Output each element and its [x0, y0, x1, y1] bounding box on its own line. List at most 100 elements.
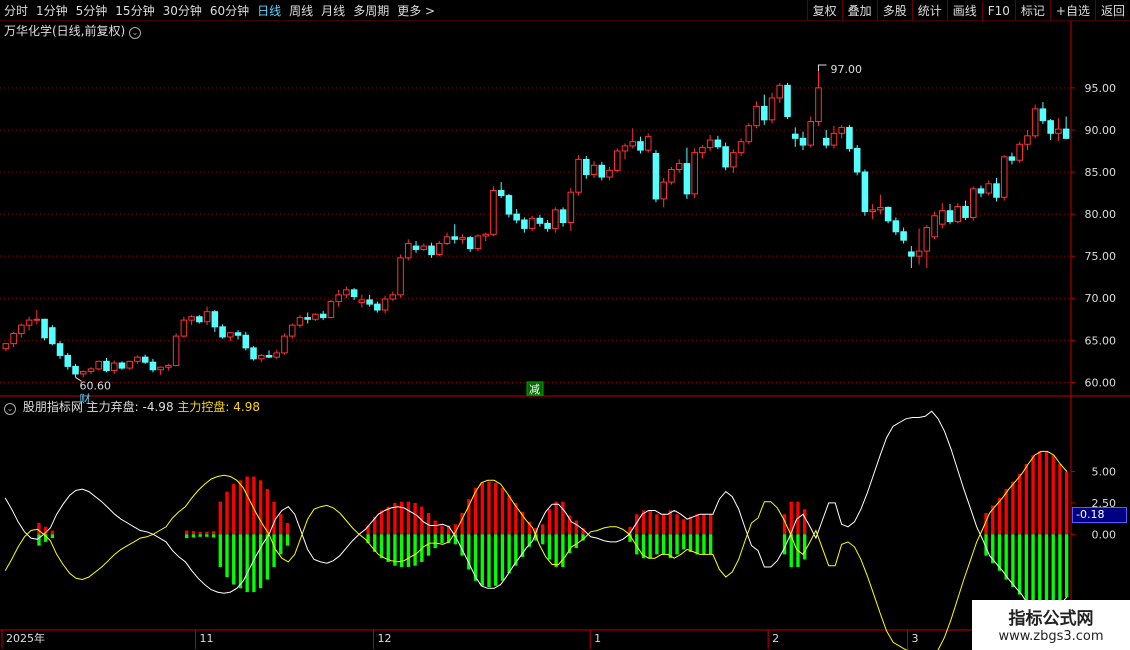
tool-button-0[interactable]: 复权 [806, 0, 842, 20]
date-label-4: 2 [772, 632, 779, 645]
candle-body [72, 365, 79, 375]
candle-body [497, 190, 505, 197]
event-marker-jian: 减 [529, 383, 540, 396]
candle-body [312, 313, 319, 320]
tab-period-2[interactable]: 5分钟 [76, 4, 108, 18]
watermark-title: 指标公式网 [1008, 609, 1094, 629]
period-toolbar: 分时 1分钟 5分钟 15分钟 30分钟 60分钟 日线 周线 月线 多周期 更多 > 复权 叠加 多股… [0, 0, 1130, 22]
candle-body [753, 105, 760, 127]
indicator-title: ⌄ 股朋指标网 主力弃盘: -4.98 主力控盘: 4.98 [4, 398, 260, 415]
candle-body [56, 343, 64, 356]
tab-period-10[interactable]: 更多 > [397, 4, 435, 18]
candle-body [1008, 156, 1016, 161]
candle-body [768, 97, 776, 121]
tab-period-7[interactable]: 周线 [289, 4, 313, 18]
candle-body [699, 147, 706, 154]
candle-body [165, 365, 172, 368]
tool-button-3[interactable]: 统计 [911, 0, 947, 20]
candle-body [110, 362, 118, 372]
candle-body [118, 362, 126, 369]
candle-body [977, 188, 985, 194]
tab-period-0[interactable]: 分时 [4, 4, 28, 18]
sub-y-tick-label-2: 0.00 [1092, 528, 1117, 541]
tool-button-1[interactable]: 叠加 [841, 0, 877, 20]
candle-body [103, 360, 110, 372]
candle-body [1039, 108, 1047, 122]
tool-button-2[interactable]: 多股 [876, 0, 912, 20]
y-tick-label-4: 75.00 [1085, 250, 1117, 263]
candle-body [985, 183, 993, 194]
candle-body [528, 217, 536, 229]
chevron-down-icon[interactable]: ⌄ [4, 403, 16, 415]
tab-period-4[interactable]: 30分钟 [163, 4, 202, 18]
candle-body [761, 105, 768, 121]
candle-body [141, 356, 149, 363]
candle-body [435, 243, 443, 255]
y-tick-label-6: 65.00 [1085, 334, 1117, 347]
candle-body [745, 125, 753, 143]
candle-body [405, 243, 412, 259]
tab-period-9[interactable]: 多周期 [353, 4, 389, 18]
candle-body [598, 164, 606, 178]
candle-body [683, 163, 691, 195]
candle-body [358, 299, 366, 303]
candle-body [374, 303, 381, 311]
candle-body [853, 147, 861, 173]
candle-body [10, 333, 17, 345]
candle-body [180, 319, 188, 337]
candle-body [41, 318, 48, 339]
tool-button-4[interactable]: 画线 [946, 0, 982, 20]
candle-body [219, 326, 226, 338]
candle-body [1000, 156, 1008, 198]
tab-period-1[interactable]: 1分钟 [36, 4, 68, 18]
candle-body [668, 168, 675, 183]
series-line-yellow [4, 450, 1068, 650]
candle-body [304, 317, 311, 320]
candle-body [730, 152, 737, 168]
candle-body [242, 334, 250, 349]
candle-body [281, 335, 288, 354]
y-tick-label-5: 70.00 [1085, 292, 1117, 305]
tool-button-6[interactable]: 标记 [1014, 0, 1050, 20]
candle-body [25, 319, 33, 326]
candle-body [915, 250, 923, 257]
candle-body [993, 183, 1000, 198]
candle-body [737, 141, 745, 154]
candle-body [644, 136, 652, 151]
candle-body [443, 236, 451, 245]
chart-canvas: 95.00 90.00 85.00 80.00 75.00 70.00 65.00 60.00… [0, 21, 1130, 650]
candle-body [822, 137, 830, 146]
candle-body [939, 210, 946, 225]
tab-period-8[interactable]: 月线 [321, 4, 345, 18]
tool-button-5[interactable]: F10 [981, 2, 1015, 22]
candle-body [722, 146, 729, 168]
candle-body [366, 299, 373, 305]
tab-period-6[interactable]: 日线 [257, 4, 281, 18]
candle-body [79, 370, 87, 375]
tool-button-7[interactable]: +自选 [1049, 0, 1095, 20]
candle-body [1024, 135, 1031, 145]
candle-body [451, 236, 459, 240]
candle-body [567, 191, 575, 224]
candle-body [838, 126, 845, 134]
candle-body [1055, 128, 1062, 134]
candle-body [490, 190, 497, 235]
candle-body [675, 163, 683, 170]
tab-period-3[interactable]: 15分钟 [115, 4, 154, 18]
tool-button-8[interactable]: 返回 [1094, 0, 1130, 20]
watermark-url: www.zbgs3.com [998, 629, 1104, 644]
candle-body [652, 153, 660, 200]
candle-body [389, 294, 397, 300]
candle-body [861, 171, 869, 213]
y-tick-label-3: 80.00 [1085, 208, 1117, 221]
tab-period-5[interactable]: 60分钟 [210, 4, 249, 18]
candle-body [273, 352, 281, 358]
y-tick-label-0: 95.00 [1085, 82, 1117, 95]
candle-body [211, 311, 219, 328]
candle-body [350, 289, 358, 298]
tool-buttons: 复权 叠加 多股 统计 画线 F10 标记 +自选 返回 [806, 0, 1130, 22]
candle-body [869, 209, 876, 213]
candle-body [95, 360, 103, 370]
candle-body [660, 181, 667, 200]
candle-body [691, 152, 698, 195]
